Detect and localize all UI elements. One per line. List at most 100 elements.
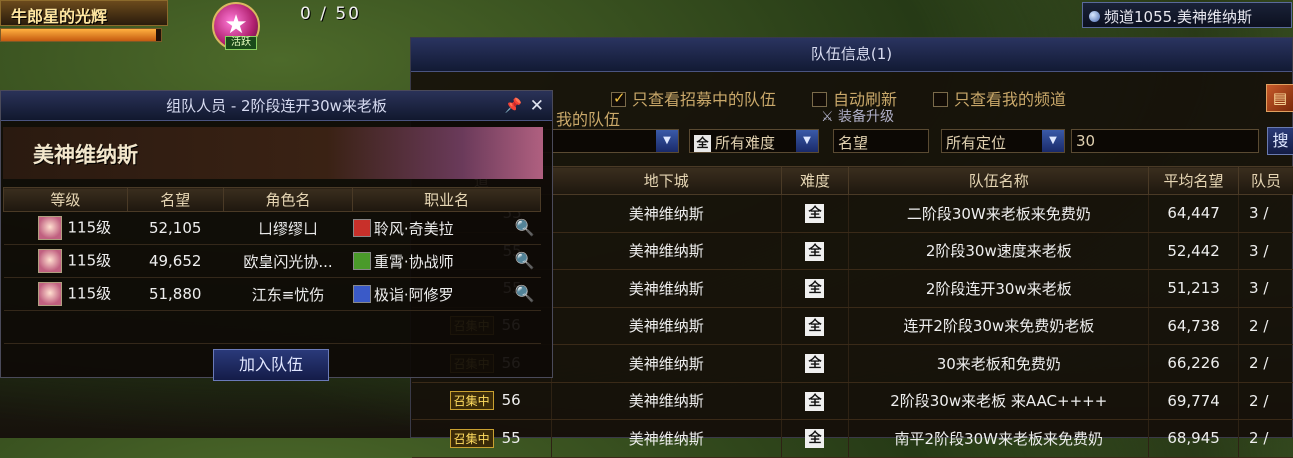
dungeon-cell: 美神维纳斯 xyxy=(551,382,781,420)
member-table-header: 等级名望角色名职业名 xyxy=(4,188,541,212)
difficulty-cell: 全 xyxy=(781,420,849,458)
dungeon-cell: 美神维纳斯 xyxy=(551,232,781,270)
members-cell: 2 / xyxy=(1239,382,1293,420)
search-button[interactable]: 搜 xyxy=(1267,127,1293,155)
avatar xyxy=(38,282,62,306)
join-team-button[interactable]: 加入队伍 xyxy=(213,349,329,381)
channel-number: 56 xyxy=(502,391,521,409)
difficulty-cell: 全 xyxy=(781,232,849,270)
job-cell: 重霄·协战师🔍 xyxy=(353,245,541,278)
all-difficulty-icon: 全 xyxy=(805,317,824,336)
dropdown-arrow-icon[interactable]: ▼ xyxy=(1042,130,1064,152)
avg-reputation-cell: 69,774 xyxy=(1149,382,1239,420)
member-window: 组队人员 - 2阶段连开30w来老板 📌 ✕ 美神维纳斯 等级名望角色名职业名 … xyxy=(0,90,553,378)
member-row[interactable]: 115级51,880江东≡忧伤极诣·阿修罗🔍 xyxy=(4,278,541,311)
only-recruiting-checkbox[interactable]: 只查看招募中的队伍 xyxy=(611,86,776,110)
members-cell: 2 / xyxy=(1239,307,1293,345)
all-difficulty-icon: 全 xyxy=(805,204,824,223)
progress-bar xyxy=(0,28,162,42)
job-icon xyxy=(353,285,371,303)
reputation-cell: 49,652 xyxy=(127,245,223,278)
character-name-cell: 江东≡忧伤 xyxy=(223,278,353,311)
progress-bar-fill xyxy=(1,29,156,41)
difficulty-cell: 全 xyxy=(781,345,849,383)
members-cell: 3 / xyxy=(1239,195,1293,233)
avg-reputation-cell: 51,213 xyxy=(1149,270,1239,308)
checkbox-icon[interactable] xyxy=(812,92,827,107)
team-col-header[interactable]: 地下城 xyxy=(551,167,781,195)
recruiting-badge: 召集中 xyxy=(450,391,494,410)
dropdown-arrow-icon[interactable]: ▼ xyxy=(656,130,678,152)
magnifier-icon[interactable]: 🔍 xyxy=(515,218,535,237)
job-cell: 聆风·奇美拉🔍 xyxy=(353,212,541,245)
only-my-channel-checkbox[interactable]: 只查看我的频道 xyxy=(933,86,1066,110)
book-icon[interactable]: ▤ xyxy=(1266,84,1293,112)
member-col-header: 名望 xyxy=(127,188,223,212)
member-table: 等级名望角色名职业名 115级52,105ㄩ缪缪ㄩ聆风·奇美拉🔍115级49,6… xyxy=(3,187,541,344)
member-window-title: 组队人员 - 2阶段连开30w来老板 📌 ✕ xyxy=(1,91,552,121)
recruiting-badge: 召集中 xyxy=(450,429,494,448)
difficulty-cell: 全 xyxy=(781,270,849,308)
dungeon-cell: 美神维纳斯 xyxy=(551,195,781,233)
player-title: 牛郎星的光辉 xyxy=(0,0,168,26)
magnifier-icon[interactable]: 🔍 xyxy=(515,251,535,270)
dungeon-name: 美神维纳斯 xyxy=(33,139,138,169)
team-col-header[interactable]: 队员 xyxy=(1239,167,1293,195)
difficulty-cell: 全 xyxy=(781,195,849,233)
dungeon-banner: 美神维纳斯 xyxy=(3,127,543,179)
character-name-cell: ㄩ缪缪ㄩ xyxy=(223,212,353,245)
checkbox-icon[interactable] xyxy=(933,92,948,107)
close-icon[interactable]: ✕ xyxy=(530,91,544,121)
job-icon xyxy=(353,252,371,270)
all-difficulty-icon: 全 xyxy=(805,354,824,373)
team-window-title: 队伍信息(1) xyxy=(411,38,1292,72)
avatar xyxy=(38,249,62,273)
avg-reputation-cell: 66,226 xyxy=(1149,345,1239,383)
pin-icon[interactable]: 📌 xyxy=(505,91,522,121)
difficulty-select[interactable]: 全所有难度▼ xyxy=(689,129,819,153)
job-icon xyxy=(353,219,371,237)
number-input[interactable]: 30 xyxy=(1071,129,1259,153)
dungeon-cell: 美神维纳斯 xyxy=(551,307,781,345)
team-name-cell: 2阶段30w速度来老板 xyxy=(849,232,1149,270)
member-row[interactable]: 115级52,105ㄩ缪缪ㄩ聆风·奇美拉🔍 xyxy=(4,212,541,245)
avg-reputation-cell: 64,738 xyxy=(1149,307,1239,345)
team-col-header[interactable]: 难度 xyxy=(781,167,849,195)
avg-reputation-cell: 64,447 xyxy=(1149,195,1239,233)
active-tag: 活跃 xyxy=(225,36,257,50)
all-difficulty-icon: 全 xyxy=(805,429,824,448)
magnifier-icon[interactable]: 🔍 xyxy=(515,284,535,303)
reputation-cell: 52,105 xyxy=(127,212,223,245)
counter: 0 / 50 xyxy=(300,4,361,24)
members-cell: 2 / xyxy=(1239,345,1293,383)
avg-reputation-cell: 52,442 xyxy=(1149,232,1239,270)
team-name-cell: 二阶段30W来老板来免费奶 xyxy=(849,195,1149,233)
swords-icon: ⚔ xyxy=(821,109,838,125)
members-cell: 3 / xyxy=(1239,232,1293,270)
team-name-cell: 连开2阶段30w来免费奶老板 xyxy=(849,307,1149,345)
checkbox-checked-icon[interactable] xyxy=(611,92,626,107)
member-col-header: 职业名 xyxy=(353,188,541,212)
team-col-header[interactable]: 队伍名称 xyxy=(849,167,1149,195)
empty-member-row xyxy=(4,311,541,344)
team-name-cell: 2阶段30w来老板 来AAC++++ xyxy=(849,382,1149,420)
avatar xyxy=(38,216,62,240)
team-col-header[interactable]: 平均名望 xyxy=(1149,167,1239,195)
team-row[interactable]: 召集中56美神维纳斯全2阶段30w来老板 来AAC++++69,7742 / xyxy=(412,382,1293,420)
level-cell: 115级 xyxy=(4,212,128,245)
level-cell: 115级 xyxy=(4,278,128,311)
reputation-input[interactable]: 名望 xyxy=(833,129,929,153)
member-row[interactable]: 115级49,652欧皇闪光协...重霄·协战师🔍 xyxy=(4,245,541,278)
member-col-header: 角色名 xyxy=(223,188,353,212)
reputation-cell: 51,880 xyxy=(127,278,223,311)
team-row[interactable]: 召集中55美神维纳斯全南平2阶段30W来老板来免费奶68,9452 / xyxy=(412,420,1293,458)
channel-indicator[interactable]: 频道1055.美神维纳斯 xyxy=(1082,2,1292,28)
team-name-cell: 30来老板和免费奶 xyxy=(849,345,1149,383)
avg-reputation-cell: 68,945 xyxy=(1149,420,1239,458)
equipment-hint: ⚔ 装备升级 xyxy=(821,106,894,126)
channel-cell: 召集中55 xyxy=(412,420,552,458)
globe-icon xyxy=(1089,11,1100,22)
dropdown-arrow-icon[interactable]: ▼ xyxy=(796,130,818,152)
position-select[interactable]: 所有定位▼ xyxy=(941,129,1065,153)
difficulty-cell: 全 xyxy=(781,307,849,345)
